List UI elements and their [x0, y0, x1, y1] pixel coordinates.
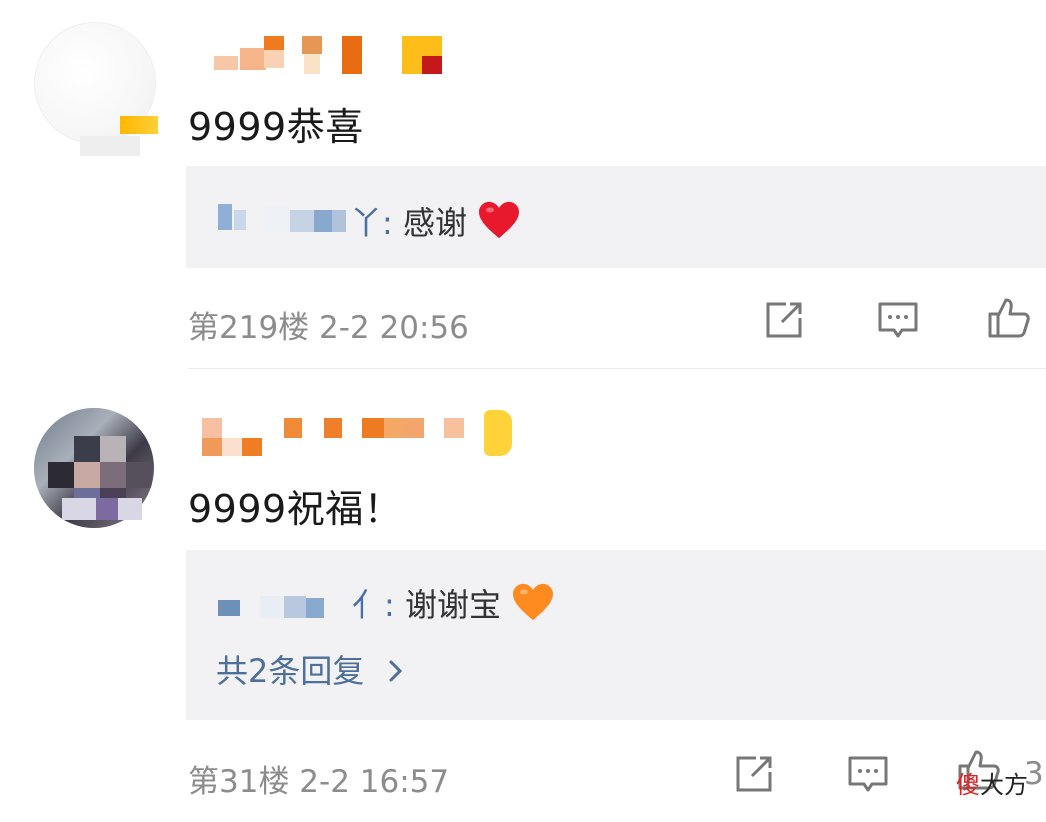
more-replies-link[interactable]: 共2条回复 — [216, 646, 407, 692]
floor-time: 第219楼 2-2 20:56 — [188, 310, 469, 346]
reply-line: 亻: 谢谢宝 — [352, 580, 555, 626]
divider — [188, 368, 1046, 369]
reply-username-suffix[interactable]: 亻: — [352, 586, 395, 624]
reply-username-blur — [218, 204, 232, 230]
thumbs-up-icon[interactable] — [986, 294, 1034, 342]
user-badge — [120, 116, 158, 134]
chevron-right-icon — [389, 660, 402, 682]
comment-icon[interactable] — [874, 296, 922, 344]
reply-text: 谢谢宝 — [404, 586, 501, 624]
reply-box[interactable]: 亻: 谢谢宝 共2条回复 — [186, 550, 1046, 720]
comment-1: 9999恭喜 丫: 感谢 第219楼 2-2 20:56 — [0, 0, 1046, 370]
more-replies-label: 共2条回复 — [216, 652, 365, 690]
share-icon[interactable] — [760, 296, 808, 344]
red-heart-icon — [479, 201, 520, 239]
orange-heart-icon — [513, 583, 554, 621]
reply-box[interactable]: 丫: 感谢 — [186, 166, 1046, 268]
reply-username-suffix[interactable]: 丫: — [350, 204, 393, 242]
reply-text: 感谢 — [402, 204, 467, 242]
comment-icon[interactable] — [844, 750, 892, 798]
comment-text: 9999恭喜 — [188, 105, 364, 149]
floor-time: 第31楼 2-2 16:57 — [188, 764, 450, 800]
share-icon[interactable] — [730, 750, 778, 798]
comment-2: 9999祝福！ 亻: 谢谢宝 共2条回复 第31楼 2-2 16:57 3 — [0, 370, 1046, 822]
reply-username-blur — [218, 600, 240, 616]
comment-text: 9999祝福！ — [188, 487, 403, 531]
blurred-badge — [80, 136, 140, 156]
username[interactable] — [200, 410, 530, 456]
watermark-part1: 傻 — [956, 771, 980, 799]
reply-line: 丫: 感谢 — [350, 198, 521, 244]
username[interactable] — [200, 30, 450, 74]
watermark: 傻大方 — [956, 765, 1028, 800]
watermark-part2: 大方 — [980, 771, 1028, 799]
